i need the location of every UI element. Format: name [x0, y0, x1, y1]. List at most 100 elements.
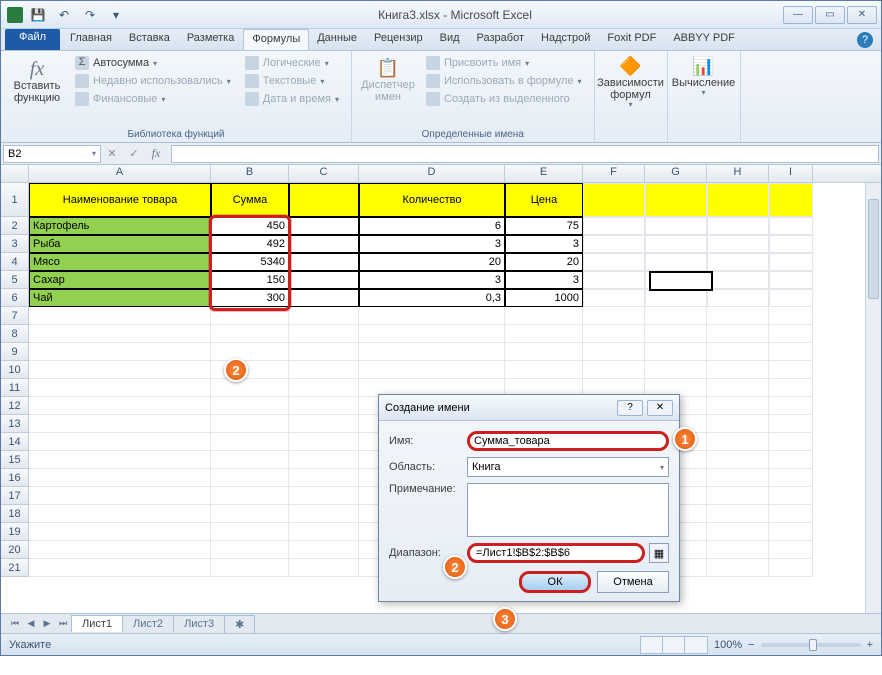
- cell[interactable]: [29, 541, 211, 559]
- tab-insert[interactable]: Вставка: [121, 29, 179, 50]
- cell[interactable]: [289, 343, 359, 361]
- cell[interactable]: [583, 289, 645, 307]
- cell[interactable]: 0,3: [359, 289, 505, 307]
- close-button[interactable]: ✕: [847, 6, 877, 24]
- cell[interactable]: [769, 433, 813, 451]
- scrollbar-thumb[interactable]: [868, 199, 879, 299]
- insert-function-button[interactable]: fx Вставить функцию: [9, 55, 65, 107]
- cell[interactable]: [769, 415, 813, 433]
- cell[interactable]: [583, 361, 645, 379]
- col-header-e[interactable]: E: [505, 165, 583, 182]
- cell[interactable]: [769, 487, 813, 505]
- cell[interactable]: Сахар: [29, 271, 211, 289]
- row-header[interactable]: 4: [1, 253, 29, 271]
- redo-button[interactable]: ↷: [79, 4, 101, 26]
- cell[interactable]: [645, 307, 707, 325]
- cell[interactable]: [645, 325, 707, 343]
- fx-button[interactable]: fx: [145, 145, 167, 163]
- cell[interactable]: [29, 469, 211, 487]
- cell[interactable]: [707, 541, 769, 559]
- cell[interactable]: [29, 379, 211, 397]
- cell[interactable]: [289, 379, 359, 397]
- cell[interactable]: Мясо: [29, 253, 211, 271]
- tab-addins[interactable]: Надстрой: [533, 29, 599, 50]
- cell[interactable]: [211, 343, 289, 361]
- cell[interactable]: [211, 487, 289, 505]
- cell[interactable]: [707, 469, 769, 487]
- file-tab[interactable]: Файл: [5, 29, 60, 50]
- row-header[interactable]: 5: [1, 271, 29, 289]
- cell[interactable]: [769, 271, 813, 289]
- cell[interactable]: [289, 361, 359, 379]
- cell[interactable]: 3: [359, 271, 505, 289]
- cell[interactable]: [707, 505, 769, 523]
- cell[interactable]: [645, 217, 707, 235]
- enter-formula-button[interactable]: ✓: [123, 145, 145, 163]
- row-header[interactable]: 13: [1, 415, 29, 433]
- tab-home[interactable]: Главная: [62, 29, 121, 50]
- autosum-button[interactable]: Автосумма▾: [71, 55, 235, 71]
- col-header-g[interactable]: G: [645, 165, 707, 182]
- cell[interactable]: Картофель: [29, 217, 211, 235]
- recent-button[interactable]: Недавно использовались▾: [71, 73, 235, 89]
- cell[interactable]: [29, 307, 211, 325]
- cell[interactable]: [769, 361, 813, 379]
- cell-h1[interactable]: [707, 183, 769, 217]
- cell[interactable]: 1000: [505, 289, 583, 307]
- tab-developer[interactable]: Разработ: [469, 29, 533, 50]
- cell[interactable]: [211, 379, 289, 397]
- cell[interactable]: [707, 487, 769, 505]
- cell[interactable]: 6: [359, 217, 505, 235]
- cell[interactable]: 20: [505, 253, 583, 271]
- col-header-b[interactable]: B: [211, 165, 289, 182]
- row-header[interactable]: 3: [1, 235, 29, 253]
- cell[interactable]: [211, 505, 289, 523]
- cell[interactable]: [289, 523, 359, 541]
- sheet-nav-first[interactable]: ⏮: [7, 616, 23, 632]
- cell[interactable]: [289, 289, 359, 307]
- cell[interactable]: [211, 361, 289, 379]
- cell[interactable]: [289, 415, 359, 433]
- cell[interactable]: [505, 361, 583, 379]
- cell[interactable]: [583, 235, 645, 253]
- row-header[interactable]: 17: [1, 487, 29, 505]
- cell[interactable]: [29, 343, 211, 361]
- cell[interactable]: [769, 541, 813, 559]
- cell[interactable]: [29, 415, 211, 433]
- sheet-tab-1[interactable]: Лист1: [71, 615, 123, 632]
- cell[interactable]: [769, 397, 813, 415]
- col-header-d[interactable]: D: [359, 165, 505, 182]
- tab-view[interactable]: Вид: [432, 29, 469, 50]
- cell[interactable]: [769, 253, 813, 271]
- scope-select[interactable]: Книга▾: [467, 457, 669, 477]
- tab-foxit[interactable]: Foxit PDF: [599, 29, 665, 50]
- tab-formulas[interactable]: Формулы: [243, 29, 309, 50]
- zoom-slider[interactable]: [761, 643, 861, 647]
- row-header[interactable]: 12: [1, 397, 29, 415]
- cell[interactable]: [211, 541, 289, 559]
- cell[interactable]: [289, 217, 359, 235]
- row-header[interactable]: 10: [1, 361, 29, 379]
- cell[interactable]: 3: [505, 271, 583, 289]
- cell[interactable]: [707, 217, 769, 235]
- row-header[interactable]: 11: [1, 379, 29, 397]
- use-in-formula-button[interactable]: Использовать в формуле▾: [422, 73, 586, 89]
- cell[interactable]: [29, 505, 211, 523]
- formula-input[interactable]: [171, 145, 879, 163]
- ok-button[interactable]: ОК: [519, 571, 591, 593]
- cell[interactable]: [211, 325, 289, 343]
- help-icon[interactable]: ?: [857, 32, 873, 48]
- view-layout-button[interactable]: [663, 637, 685, 653]
- create-from-selection-button[interactable]: Создать из выделенного: [422, 91, 586, 107]
- cell[interactable]: Чай: [29, 289, 211, 307]
- cell[interactable]: [211, 397, 289, 415]
- cell[interactable]: [769, 469, 813, 487]
- cell[interactable]: [645, 343, 707, 361]
- cell[interactable]: [707, 271, 769, 289]
- cell[interactable]: [359, 325, 505, 343]
- cell[interactable]: 20: [359, 253, 505, 271]
- cell[interactable]: [707, 253, 769, 271]
- col-header-h[interactable]: H: [707, 165, 769, 182]
- tab-layout[interactable]: Разметка: [179, 29, 244, 50]
- cell[interactable]: [707, 235, 769, 253]
